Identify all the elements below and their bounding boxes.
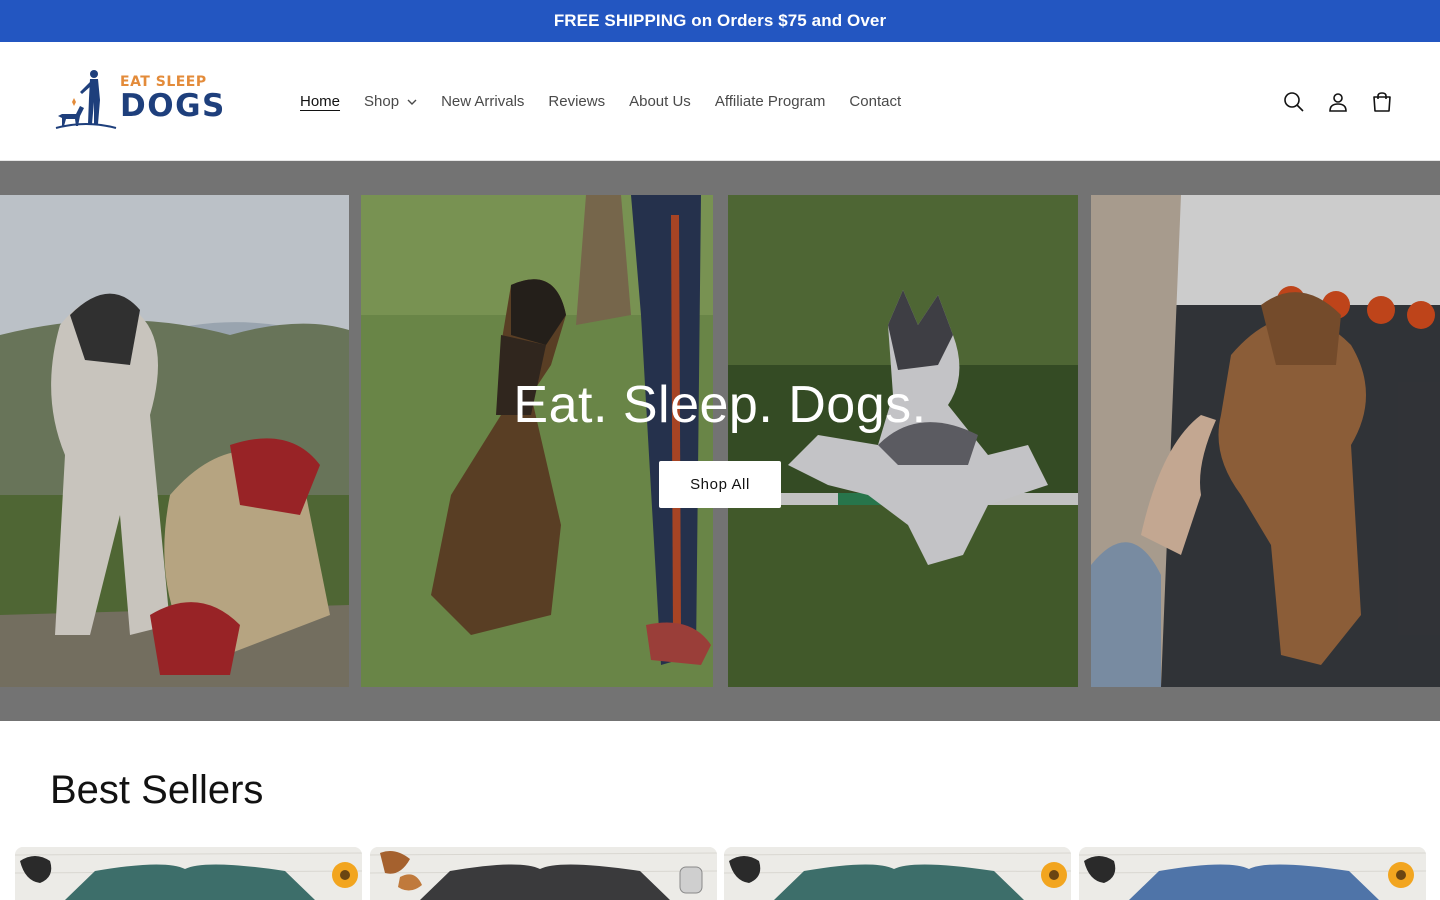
nav-affiliate-program[interactable]: Affiliate Program (703, 93, 838, 110)
cart-icon[interactable] (1370, 90, 1394, 114)
best-sellers-products (15, 847, 1426, 900)
nav-home[interactable]: Home (288, 93, 352, 110)
dog-walker-logo-icon (55, 70, 117, 129)
nav-contact-label: Contact (849, 93, 902, 110)
nav-reviews-label: Reviews (548, 93, 606, 110)
nav-about-us-label: About Us (629, 93, 691, 110)
header-icons (1282, 42, 1394, 161)
nav-new-arrivals-label: New Arrivals (441, 93, 525, 110)
chevron-down-icon (407, 99, 417, 105)
site-header: EAT SLEEP DOGS Home Shop New Arrivals Re… (0, 42, 1440, 161)
best-sellers-title: Best Sellers (50, 768, 264, 812)
nav-home-label: Home (300, 93, 341, 110)
nav-affiliate-program-label: Affiliate Program (714, 93, 826, 110)
search-icon[interactable] (1282, 90, 1306, 114)
brand-logo[interactable]: EAT SLEEP DOGS (54, 68, 259, 132)
nav-contact[interactable]: Contact (837, 93, 913, 110)
hero-title: Eat. Sleep. Dogs. (513, 376, 927, 434)
announcement-bar: FREE SHIPPING on Orders $75 and Over (0, 0, 1440, 42)
nav-shop[interactable]: Shop (352, 93, 429, 110)
announcement-text: FREE SHIPPING on Orders $75 and Over (553, 11, 887, 30)
nav-new-arrivals[interactable]: New Arrivals (429, 93, 536, 110)
product-card[interactable] (370, 847, 717, 900)
nav-reviews[interactable]: Reviews (536, 93, 617, 110)
main-navigation: Home Shop New Arrivals Reviews About Us … (288, 42, 913, 161)
product-card[interactable] (1079, 847, 1426, 900)
hero-banner: Eat. Sleep. Dogs. Shop All (0, 161, 1440, 721)
brand-name-main: DOGS (120, 88, 226, 124)
nav-shop-label: Shop (364, 93, 400, 110)
hero-overlay (0, 161, 1440, 721)
account-icon[interactable] (1326, 90, 1350, 114)
product-card[interactable] (15, 847, 362, 900)
nav-about-us[interactable]: About Us (617, 93, 703, 110)
shop-all-button[interactable]: Shop All (659, 461, 781, 508)
product-card[interactable] (724, 847, 1071, 900)
